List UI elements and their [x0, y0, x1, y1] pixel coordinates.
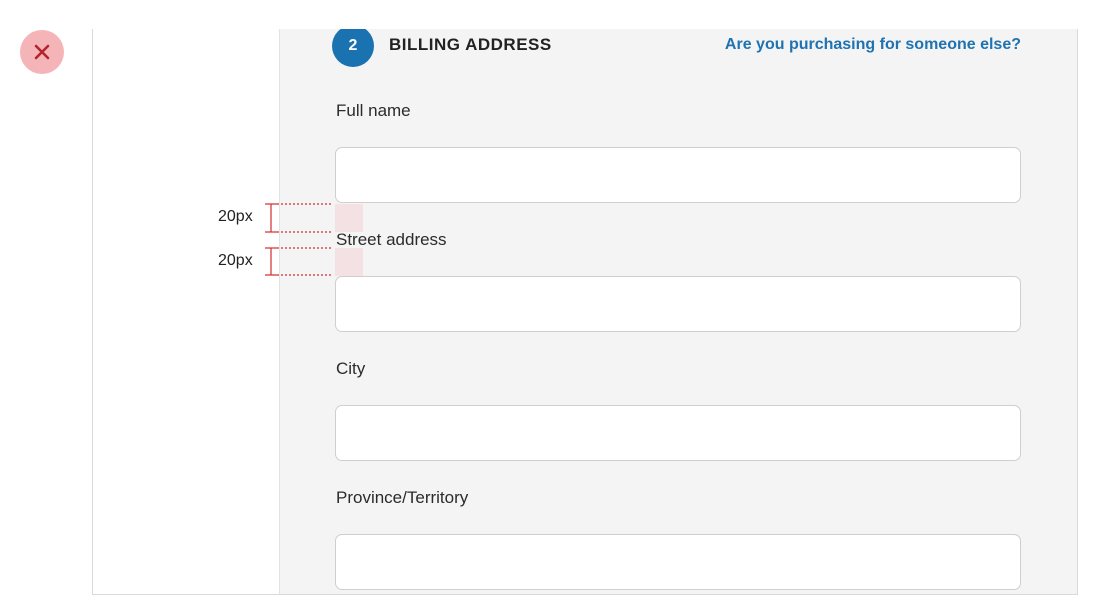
city-input[interactable] — [335, 405, 1021, 461]
form-example-frame: 2 BILLING ADDRESS Are you purchasing for… — [92, 29, 1078, 595]
purchasing-for-someone-else-link[interactable]: Are you purchasing for someone else? — [725, 36, 1021, 54]
section-title: BILLING ADDRESS — [389, 35, 552, 54]
street-address-label: Street address — [336, 230, 447, 249]
spacing-highlight-above — [335, 204, 363, 232]
guideline-example: 2 BILLING ADDRESS Are you purchasing for… — [0, 0, 1097, 615]
spacing-highlight-below — [335, 248, 363, 276]
province-territory-input[interactable] — [335, 534, 1021, 590]
full-name-input[interactable] — [335, 147, 1021, 203]
province-territory-label: Province/Territory — [336, 488, 469, 507]
street-address-input[interactable] — [335, 276, 1021, 332]
close-icon — [34, 44, 50, 60]
step-number: 2 — [348, 37, 358, 54]
city-label: City — [336, 359, 366, 378]
full-name-label: Full name — [336, 101, 411, 120]
spacing-label-below: 20px — [218, 252, 253, 269]
spacing-label-above: 20px — [218, 208, 253, 225]
error-marker — [20, 30, 64, 74]
